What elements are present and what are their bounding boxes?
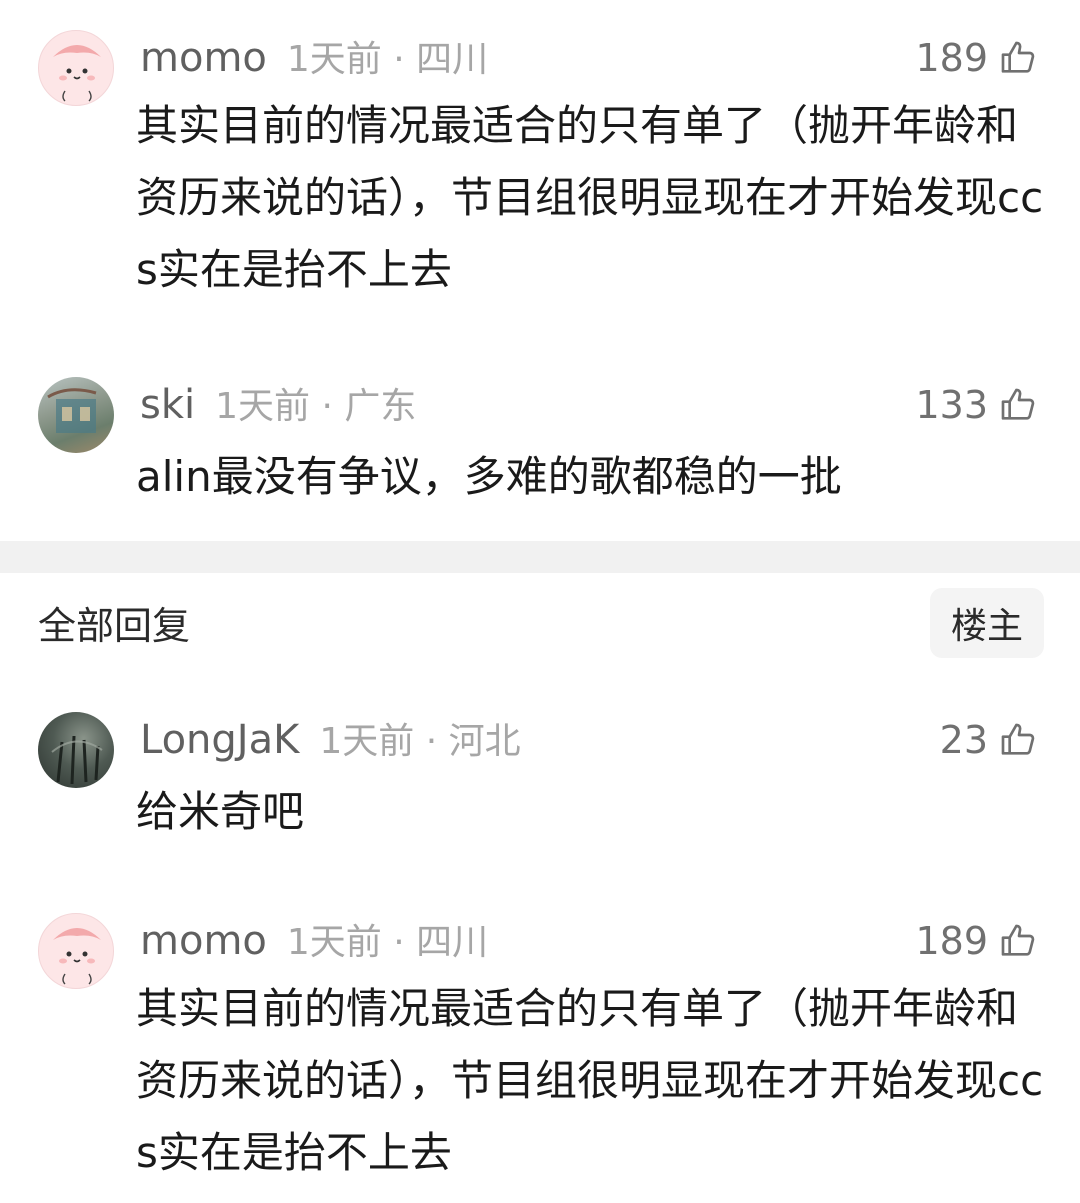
separator-dot: ·	[393, 922, 405, 963]
section-divider	[0, 541, 1080, 573]
avatar[interactable]	[38, 30, 114, 106]
comment-time: 1天前	[286, 922, 382, 963]
avatar[interactable]	[38, 377, 114, 453]
comment-text[interactable]: 其实目前的情况最适合的只有单了（抛开年龄和资历来说的话），节目组很明显现在才开始…	[136, 90, 1046, 306]
comment-text[interactable]: alin最没有争议，多难的歌都稳的一批	[136, 441, 1046, 513]
momo-avatar-icon	[53, 928, 101, 985]
reply-item: LongJaK 1天前 · 河北 23 给米奇吧	[0, 712, 1080, 852]
comment-meta: momo 1天前 · 四川	[140, 913, 488, 971]
like-button[interactable]: 189	[915, 30, 1038, 86]
comment-location: 河北	[448, 721, 521, 762]
thumbs-up-icon	[1001, 924, 1035, 956]
like-button[interactable]: 189	[915, 913, 1038, 969]
like-count: 189	[915, 919, 988, 963]
like-count: 189	[915, 36, 988, 80]
separator-dot: ·	[393, 39, 405, 80]
momo-avatar-icon	[53, 45, 101, 102]
ski-avatar-icon	[47, 388, 97, 433]
thumbs-up-icon	[1001, 388, 1035, 420]
comment-text[interactable]: 给米奇吧	[136, 776, 1046, 848]
comment-location: 四川	[416, 922, 489, 963]
like-button[interactable]: 133	[915, 377, 1038, 433]
like-count: 133	[915, 383, 988, 427]
like-count: 23	[939, 718, 988, 762]
comment-meta: momo 1天前 · 四川	[140, 30, 488, 88]
longjak-avatar-icon	[51, 735, 103, 785]
username[interactable]: LongJaK	[140, 717, 299, 763]
comment-time: 1天前	[319, 721, 415, 762]
thumbs-up-icon	[1001, 723, 1035, 755]
all-replies-title: 全部回复	[38, 604, 191, 648]
comment-time: 1天前	[215, 386, 311, 427]
avatar[interactable]	[38, 712, 114, 788]
thumbs-up-icon	[1001, 41, 1035, 73]
separator-dot: ·	[425, 721, 438, 762]
comment-time: 1天前	[286, 39, 382, 80]
username[interactable]: ski	[140, 382, 195, 428]
reply-item: momo 1天前 · 四川 189 其实目前的情况最适合的只有单了（抛开年龄和资历…	[0, 913, 1080, 1203]
separator-dot: ·	[321, 386, 333, 427]
comment-location: 广东	[344, 386, 417, 427]
owner-filter-button[interactable]: 楼主	[930, 588, 1044, 658]
comment-meta: LongJaK 1天前 · 河北	[140, 712, 521, 770]
username[interactable]: momo	[140, 918, 267, 964]
avatar[interactable]	[38, 913, 114, 989]
comment-location: 四川	[416, 39, 489, 80]
comment-item: ski 1天前 · 广东 133 alin最没有争议，多难的歌都稳的一批	[0, 377, 1080, 517]
comment-item: momo 1天前 · 四川 189 其实目前的情况最适合的只有单了（抛开年龄和资历…	[0, 30, 1080, 330]
comment-text[interactable]: 其实目前的情况最适合的只有单了（抛开年龄和资历来说的话），节目组很明显现在才开始…	[136, 973, 1046, 1189]
like-button[interactable]: 23	[940, 712, 1038, 768]
username[interactable]: momo	[140, 35, 267, 81]
comment-meta: ski 1天前 · 广东	[140, 377, 416, 435]
